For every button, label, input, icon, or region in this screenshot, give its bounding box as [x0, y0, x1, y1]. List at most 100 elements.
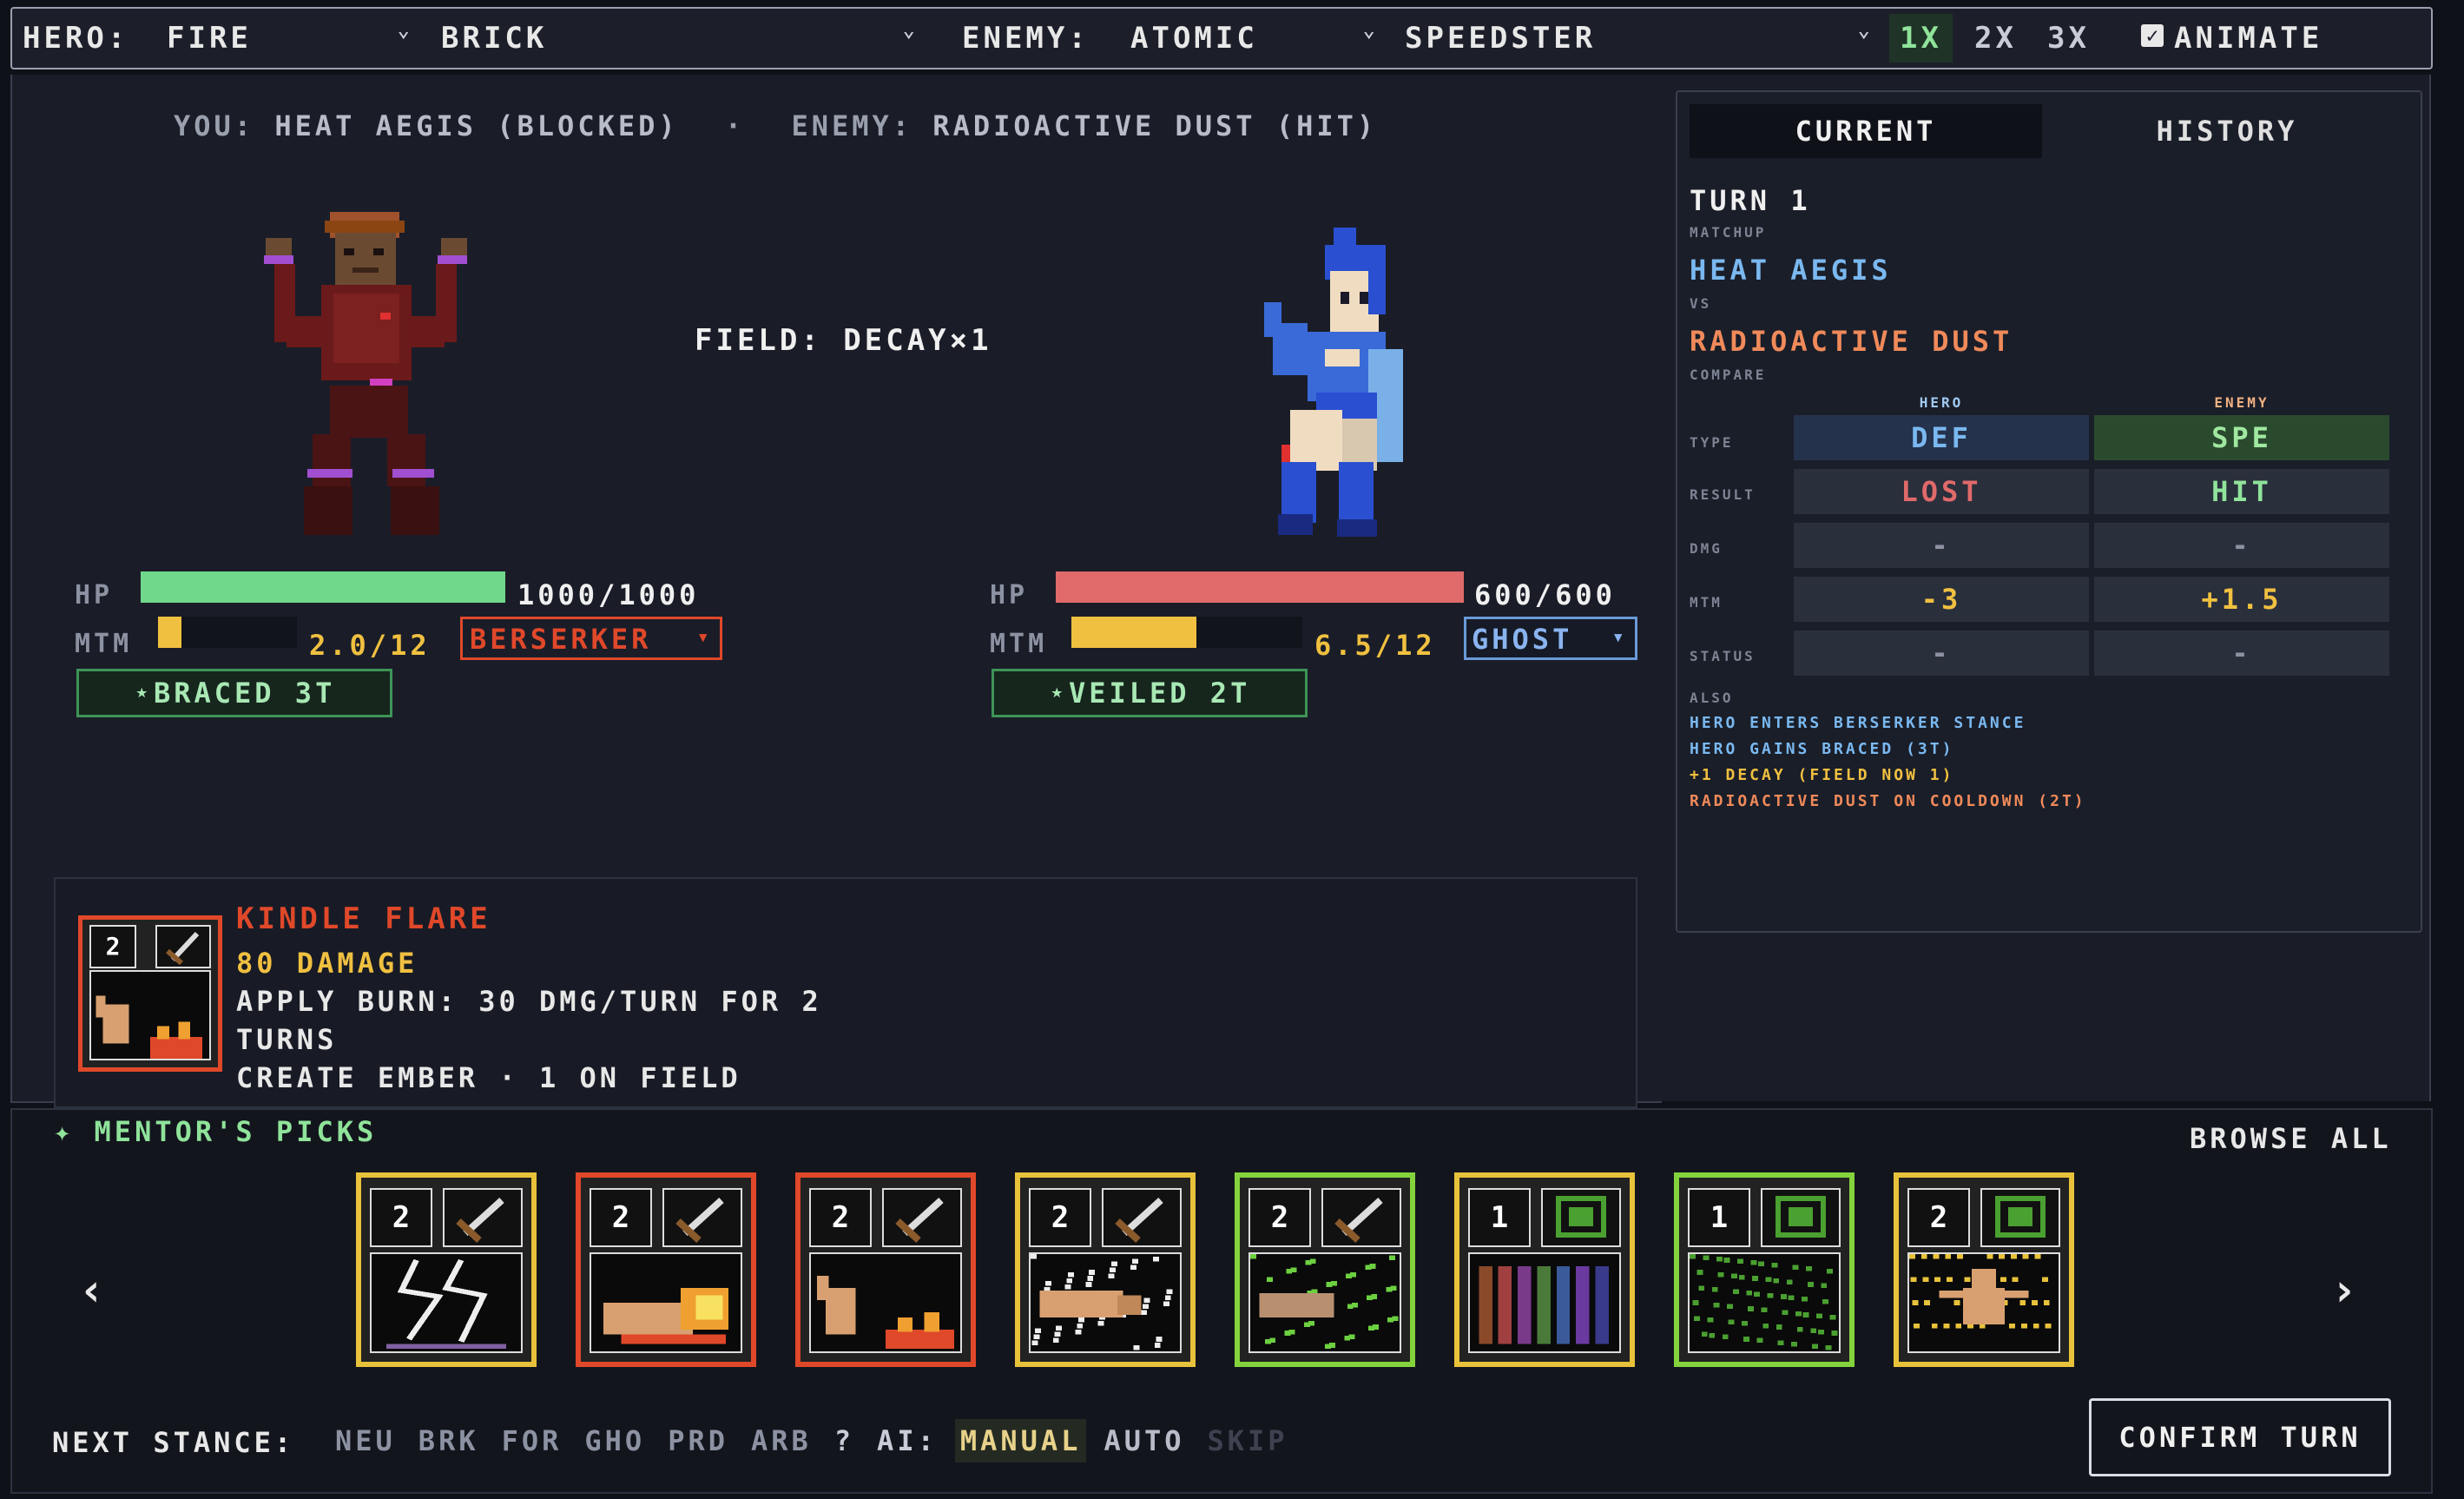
hero-stance-value: BRICK — [441, 21, 548, 56]
enemy-result-cell: HIT — [2094, 469, 2389, 514]
log-you-label: YOU: — [174, 109, 255, 142]
side-panel: CURRENT HISTORY TURN 1 MATCHUP HEAT AEGI… — [1676, 90, 2422, 933]
chevron-down-icon: ⌄ — [902, 17, 919, 42]
browse-all-button[interactable]: BROWSE ALL — [2190, 1122, 2392, 1155]
punch-green-icon — [1248, 1252, 1401, 1353]
compare-label: COMPARE — [1690, 366, 1767, 383]
speed-3x-button[interactable]: 3X — [2037, 14, 2100, 63]
hero-label: HERO: — [23, 21, 129, 56]
enemy-mtm-label: MTM — [990, 629, 1048, 659]
stance-brk-button[interactable]: BRK — [413, 1419, 484, 1463]
ai-label: AI: — [877, 1424, 938, 1457]
sword-icon — [662, 1188, 742, 1247]
card-punch-static[interactable]: 2 — [1015, 1172, 1196, 1367]
sword-icon — [1102, 1188, 1182, 1247]
chevron-down-icon: ⌄ — [397, 17, 413, 42]
card-green-static[interactable]: 1 — [1674, 1172, 1855, 1367]
shield-icon — [1541, 1188, 1621, 1247]
row-label-dmg: DMG — [1690, 540, 1723, 557]
green-static-icon — [1688, 1252, 1841, 1353]
enemy-stance-dropdown-value: GHOST — [1472, 623, 1573, 656]
card-detail-line1: APPLY BURN: 30 DMG/TURN FOR 2 — [236, 985, 822, 1018]
hero-status-badge: ⋆BRACED 3T — [76, 669, 392, 717]
card-cost: 2 — [590, 1188, 652, 1247]
tab-current[interactable]: CURRENT — [1690, 104, 2042, 158]
animate-label: ANIMATE — [2174, 21, 2323, 56]
hero-hp-value: 1000/1000 — [517, 578, 700, 611]
hero-type-value: FIRE — [167, 21, 252, 56]
card-cost: 2 — [370, 1188, 432, 1247]
ai-skip-button[interactable]: SKIP — [1202, 1419, 1294, 1463]
col-enemy-header: ENEMY — [2214, 394, 2270, 411]
lightning-icon — [370, 1252, 523, 1353]
field-status: FIELD: DECAY×1 — [695, 323, 992, 358]
hero-mtm-bar — [158, 617, 297, 648]
fire-fist-icon — [590, 1252, 742, 1353]
hero-type-select[interactable]: FIRE ⌄ — [158, 12, 418, 63]
stance-prd-button[interactable]: PRD — [662, 1419, 734, 1463]
stance-arb-button[interactable]: ARB — [746, 1419, 817, 1463]
animate-checkbox[interactable]: ✓ — [2141, 24, 2164, 47]
card-cost: 2 — [809, 1188, 872, 1247]
col-hero-header: HERO — [1919, 394, 1964, 411]
confirm-turn-button[interactable]: CONFIRM TURN — [2089, 1398, 2391, 1476]
card-hand-flame[interactable]: 2 — [795, 1172, 976, 1367]
next-stance-label: NEXT STANCE: — [52, 1426, 295, 1459]
hero-mtm-cell: -3 — [1794, 577, 2089, 622]
also-item: HERO GAINS BRACED (3T) — [1690, 740, 1954, 758]
log-enemy-move: RADIOACTIVE DUST (HIT) — [932, 109, 1378, 142]
card-lightning[interactable]: 2 — [356, 1172, 537, 1367]
enemy-mtm-bar — [1071, 617, 1302, 648]
sword-icon — [443, 1188, 523, 1247]
card-fire-fist[interactable]: 2 — [576, 1172, 756, 1367]
card-detail-line3: CREATE EMBER · 1 ON FIELD — [236, 1061, 741, 1094]
stance-gho-button[interactable]: GHO — [579, 1419, 650, 1463]
chevron-right-icon[interactable]: › — [2330, 1265, 2361, 1317]
enemy-mtm-fill — [1071, 617, 1197, 648]
card-detail-line2: TURNS — [236, 1023, 338, 1056]
enemy-dmg-cell: - — [2094, 523, 2389, 568]
enemy-type-select[interactable]: ATOMIC ⌄ — [1115, 12, 1384, 63]
hero-status-cell: - — [1794, 631, 2089, 676]
card-bars[interactable]: 1 — [1454, 1172, 1635, 1367]
card-punch-green[interactable]: 2 — [1235, 1172, 1415, 1367]
hero-stance-dropdown[interactable]: BERSERKER ▾ — [460, 617, 722, 660]
enemy-type-cell: SPE — [2094, 415, 2389, 460]
stance-for-button[interactable]: FOR — [497, 1419, 568, 1463]
enemy-stance-select[interactable]: SPEEDSTER ⌄ — [1393, 12, 1879, 63]
enemy-hp-value: 600/600 — [1474, 578, 1616, 611]
hero-stance-select[interactable]: BRICK ⌄ — [429, 12, 924, 63]
also-item: HERO ENTERS BERSERKER STANCE — [1690, 714, 2026, 732]
speed-2x-button[interactable]: 2X — [1964, 14, 2027, 63]
help-button[interactable]: ? — [829, 1419, 860, 1463]
card-detail-name: KINDLE FLARE — [236, 901, 491, 936]
enemy-hp-bar — [1056, 571, 1464, 603]
stance-neu-button[interactable]: NEU — [330, 1419, 401, 1463]
hero-mtm-label: MTM — [75, 629, 133, 659]
chevron-down-icon: ▾ — [1611, 624, 1628, 649]
shield-icon — [1761, 1188, 1841, 1247]
ai-auto-button[interactable]: AUTO — [1098, 1419, 1189, 1463]
sword-icon — [882, 1188, 962, 1247]
enemy-label: ENEMY: — [962, 21, 1090, 56]
row-label-type: TYPE — [1690, 434, 1734, 451]
card-detail-art: 2 — [78, 915, 222, 1072]
tab-history[interactable]: HISTORY — [2046, 104, 2408, 158]
sword-icon — [155, 925, 211, 968]
hero-hp-fill — [141, 571, 505, 603]
hero-result-cell: LOST — [1794, 469, 2089, 514]
chevron-left-icon[interactable]: ‹ — [78, 1265, 109, 1317]
enemy-status-cell: - — [2094, 631, 2389, 676]
ai-manual-button[interactable]: MANUAL — [954, 1419, 1087, 1463]
speed-1x-button[interactable]: 1X — [1889, 14, 1953, 63]
stance-buttons: NEU BRK FOR GHO PRD ARB ? AI: MANUAL AUT… — [330, 1419, 1294, 1463]
row-label-result: RESULT — [1690, 486, 1756, 503]
card-figure-static[interactable]: 2 — [1894, 1172, 2074, 1367]
enemy-hp-fill — [1056, 571, 1464, 603]
enemy-move-name: RADIOACTIVE DUST — [1690, 325, 2013, 358]
hero-mtm-fill — [158, 617, 181, 648]
enemy-stance-dropdown[interactable]: GHOST ▾ — [1464, 617, 1637, 660]
hand-flame-icon — [89, 970, 211, 1060]
chevron-down-icon: ⌄ — [1362, 17, 1379, 42]
card-cost: 2 — [1907, 1188, 1970, 1247]
